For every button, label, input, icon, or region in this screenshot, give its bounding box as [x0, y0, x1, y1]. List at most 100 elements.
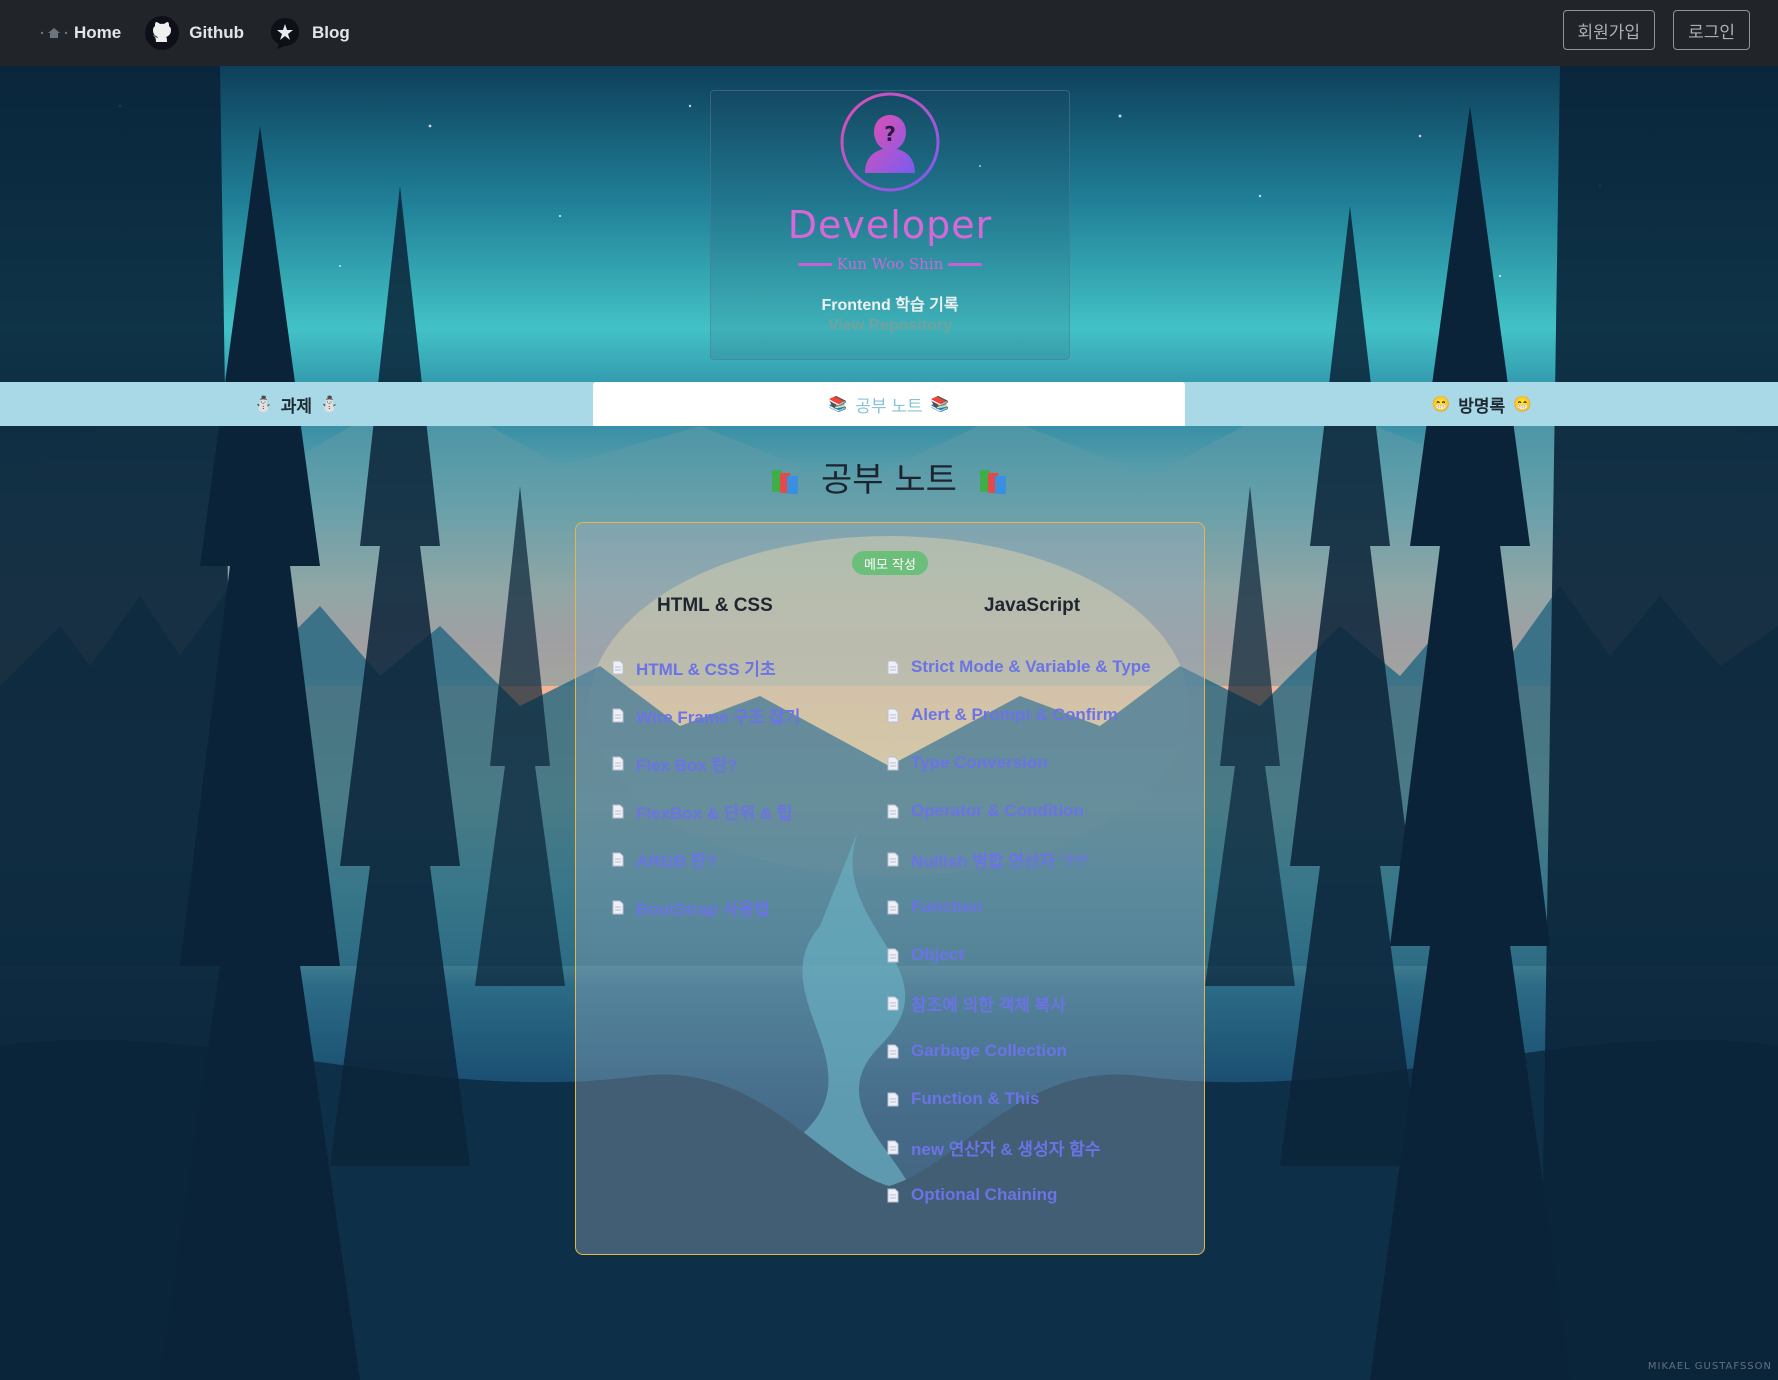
note-link[interactable]: Function & This [887, 1075, 1151, 1123]
note-link[interactable]: Wire Frame 구조 잡기 [612, 691, 800, 739]
note-link[interactable]: Optional Chaining [887, 1171, 1151, 1219]
note-link-label: Optional Chaining [911, 1185, 1058, 1204]
document-icon [887, 660, 899, 675]
tab-guestbook-label: 방명록 [1458, 396, 1506, 416]
subtitle-rule-right [948, 262, 983, 266]
document-icon [612, 852, 624, 867]
svg-text:?: ? [884, 122, 896, 146]
note-link-label: Flex Box 란? [636, 755, 738, 775]
image-credit: MIKAEL GUSTAFSSON [1647, 1361, 1772, 1372]
note-link-label: FlexBox & 단위 & 팁 [636, 803, 793, 823]
view-repository-link[interactable]: View Repository [711, 317, 1069, 335]
note-link-label: Function [911, 897, 983, 916]
grin-face-icon: 😁 [1431, 396, 1451, 413]
nav-home[interactable]: Home [40, 23, 121, 43]
write-memo-button[interactable]: 메모 작성 [852, 551, 928, 575]
login-button[interactable]: 로그인 [1673, 10, 1750, 50]
grin-face-icon: 😁 [1513, 396, 1532, 413]
note-link-label: new 연산자 & 생성자 함수 [911, 1139, 1101, 1159]
profile-subtitle: Kun Woo Shin [836, 255, 944, 273]
document-icon [887, 1140, 899, 1155]
note-link-label: Type Conversion [911, 753, 1048, 772]
document-icon [887, 756, 899, 771]
document-icon [612, 708, 624, 723]
profile-title: Developer [787, 203, 993, 247]
tab-bar: ⛄ 과제 ⛄ 📚 공부 노트 📚 😁 방명록 😁 [0, 382, 1778, 426]
note-link-label: ARGB 란? [636, 851, 717, 871]
note-link[interactable]: Object [887, 931, 1151, 979]
home-icon [40, 23, 68, 43]
html-css-note-list: HTML & CSS 기초 Wire Frame 구조 잡기 Flex Box 란?… [612, 643, 800, 931]
document-icon [887, 1188, 899, 1203]
tab-study-notes-label: 공부 노트 [855, 396, 923, 416]
document-icon [887, 1044, 899, 1059]
signup-button[interactable]: 회원가입 [1562, 10, 1656, 50]
top-navbar: Home Github Blog 회원가입 로그인 [0, 0, 1778, 66]
document-icon [612, 660, 624, 675]
note-link-label: Strict Mode & Variable & Type [911, 657, 1151, 676]
note-link-label: Object [911, 945, 964, 964]
document-icon [612, 900, 624, 915]
books-icon: 📚 [930, 396, 950, 413]
note-link[interactable]: Type Conversion [887, 739, 1151, 787]
note-link-label: BootStrap 사용법 [636, 899, 770, 919]
study-notes-panel: 메모 작성 HTML & CSS JavaScript HTML & CSS 기… [575, 522, 1205, 1255]
note-link[interactable]: HTML & CSS 기초 [612, 643, 800, 691]
tab-guestbook[interactable]: 😁 방명록 😁 [1185, 382, 1778, 426]
profile-description: Frontend 학습 기록 [821, 297, 959, 314]
note-link-label: 참조에 의한 객체 복사 [911, 995, 1066, 1015]
section-title-text: 공부 노트 [821, 460, 957, 500]
blog-icon [268, 16, 302, 50]
profile-card: ? Developer Kun Woo Shin Frontend 학습 기록 … [710, 90, 1070, 360]
note-link[interactable]: new 연산자 & 생성자 함수 [887, 1123, 1151, 1171]
column-heading-javascript: JavaScript [984, 595, 1081, 616]
document-icon [887, 1092, 899, 1107]
section-title: 공부 노트 [0, 452, 1778, 501]
note-link[interactable]: Flex Box 란? [612, 739, 800, 787]
column-heading-html-css: HTML & CSS [657, 595, 773, 616]
tab-assignments[interactable]: ⛄ 과제 ⛄ [0, 382, 593, 426]
javascript-note-list: Strict Mode & Variable & Type Alert & Pro… [887, 643, 1151, 1219]
document-icon [887, 948, 899, 963]
note-link-label: Wire Frame 구조 잡기 [636, 707, 801, 727]
note-link-label: Alert & Prompt & Confirm [911, 705, 1118, 724]
nav-blog[interactable]: Blog [268, 16, 350, 50]
note-link[interactable]: Nullish 병합 연산자 '??' [887, 835, 1151, 883]
note-link[interactable]: ARGB 란? [612, 835, 800, 883]
note-link[interactable]: Operator & Condition [887, 787, 1151, 835]
tab-study-notes[interactable]: 📚 공부 노트 📚 [592, 382, 1186, 426]
tab-assignments-label: 과제 [280, 396, 312, 416]
avatar: ? [839, 91, 941, 193]
note-link[interactable]: 참조에 의한 객체 복사 [887, 979, 1151, 1027]
note-link[interactable]: FlexBox & 단위 & 팁 [612, 787, 800, 835]
profile-subtitle-row: Kun Woo Shin [711, 255, 1069, 273]
nav-github[interactable]: Github [145, 16, 244, 50]
document-icon [887, 708, 899, 723]
github-icon [145, 16, 180, 50]
document-icon [887, 996, 899, 1011]
document-icon [887, 900, 899, 915]
note-link-label: HTML & CSS 기초 [636, 659, 776, 679]
note-link[interactable]: Alert & Prompt & Confirm [887, 691, 1151, 739]
nav-home-label: Home [74, 23, 122, 42]
document-icon [612, 756, 624, 771]
note-link[interactable]: Garbage Collection [887, 1027, 1151, 1075]
nav-blog-label: Blog [312, 23, 350, 42]
note-link-label: Function & This [911, 1089, 1040, 1108]
subtitle-rule-left [797, 262, 832, 266]
nav-github-label: Github [189, 23, 244, 42]
snowman-icon: ⛄ [254, 396, 273, 413]
books-icon [770, 464, 800, 494]
note-link[interactable]: Strict Mode & Variable & Type [887, 643, 1151, 691]
document-icon [612, 804, 624, 819]
note-link-label: Operator & Condition [911, 801, 1084, 820]
note-link[interactable]: Function [887, 883, 1151, 931]
books-icon: 📚 [828, 396, 848, 413]
document-icon [887, 852, 899, 867]
document-icon [887, 804, 899, 819]
note-link-label: Garbage Collection [911, 1041, 1067, 1060]
note-link-label: Nullish 병합 연산자 '??' [911, 851, 1089, 871]
snowman-icon: ⛄ [319, 396, 339, 413]
note-link[interactable]: BootStrap 사용법 [612, 883, 800, 931]
books-icon [978, 464, 1008, 494]
